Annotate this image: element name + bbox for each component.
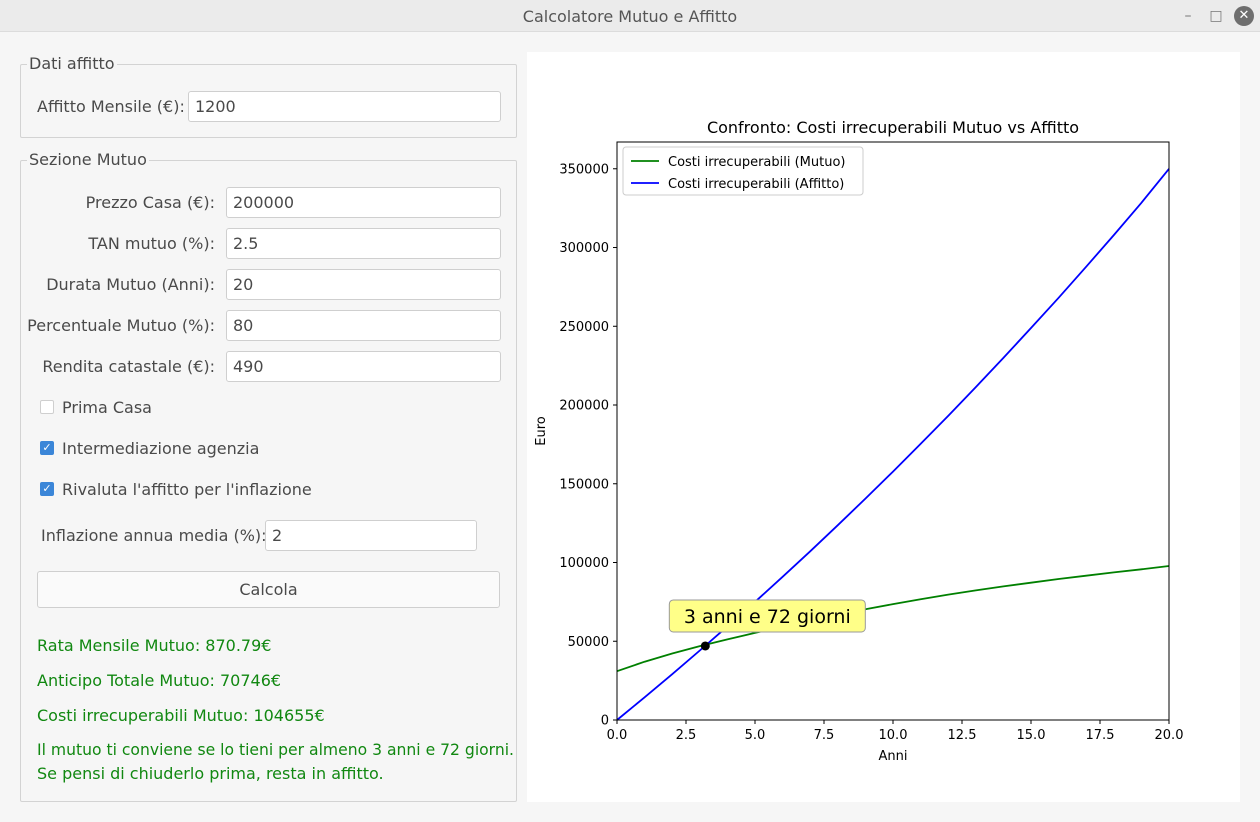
y-tick-label: 300000 bbox=[559, 241, 609, 256]
inflazione-field[interactable]: 2 bbox=[265, 520, 477, 551]
durata-mutuo-label: Durata Mutuo (Anni): bbox=[46, 275, 215, 294]
rivaluta-affitto-checkbox[interactable]: ✓ bbox=[40, 482, 54, 496]
x-tick-label: 20.0 bbox=[1155, 728, 1184, 743]
intermediazione-agenzia-checkbox[interactable]: ✓ bbox=[40, 441, 54, 455]
calcola-button[interactable]: Calcola bbox=[37, 571, 500, 608]
x-axis-label: Anni bbox=[879, 749, 908, 764]
mutuo-group-title: Sezione Mutuo bbox=[27, 150, 149, 169]
x-tick-label: 15.0 bbox=[1017, 728, 1046, 743]
minimize-icon[interactable]: – bbox=[1178, 6, 1198, 26]
x-tick-label: 10.0 bbox=[879, 728, 908, 743]
y-tick-label: 350000 bbox=[559, 162, 609, 177]
durata-mutuo-field[interactable]: 20 bbox=[226, 269, 501, 300]
x-tick-label: 5.0 bbox=[745, 728, 766, 743]
costi-irrecuperabili-result: Costi irrecuperabili Mutuo: 104655€ bbox=[37, 706, 325, 725]
rata-mensile-result: Rata Mensile Mutuo: 870.79€ bbox=[37, 636, 272, 655]
y-tick-label: 50000 bbox=[568, 635, 609, 650]
x-tick-label: 17.5 bbox=[1086, 728, 1115, 743]
chart-title: Confronto: Costi irrecuperabili Mutuo vs… bbox=[707, 118, 1079, 137]
chart-panel: Confronto: Costi irrecuperabili Mutuo vs… bbox=[527, 52, 1240, 802]
x-tick-label: 7.5 bbox=[814, 728, 835, 743]
tan-mutuo-label: TAN mutuo (%): bbox=[88, 234, 215, 253]
prezzo-casa-field[interactable]: 200000 bbox=[226, 187, 501, 218]
y-tick-label: 0 bbox=[601, 714, 609, 729]
rivaluta-affitto-label[interactable]: Rivaluta l'affitto per l'inflazione bbox=[62, 480, 312, 499]
prima-casa-checkbox[interactable] bbox=[40, 400, 54, 414]
anticipo-totale-result: Anticipo Totale Mutuo: 70746€ bbox=[37, 671, 282, 690]
affitto-group-title: Dati affitto bbox=[27, 54, 117, 73]
percentuale-mutuo-label: Percentuale Mutuo (%): bbox=[27, 316, 215, 335]
intermediazione-agenzia-label[interactable]: Intermediazione agenzia bbox=[62, 439, 259, 458]
comparison-chart: Confronto: Costi irrecuperabili Mutuo vs… bbox=[534, 118, 1184, 764]
conclusion-line-2: Se pensi di chiuderlo prima, resta in af… bbox=[37, 764, 384, 783]
y-tick-label: 250000 bbox=[559, 320, 609, 335]
title-bar: Calcolatore Mutuo e Affitto – □ ✕ bbox=[0, 0, 1260, 32]
x-tick-label: 0.0 bbox=[607, 728, 628, 743]
series-line-1 bbox=[616, 168, 1170, 721]
plot-frame bbox=[616, 141, 1170, 721]
window-title: Calcolatore Mutuo e Affitto bbox=[522, 7, 738, 26]
y-tick-label: 100000 bbox=[559, 556, 609, 571]
tan-mutuo-field[interactable]: 2.5 bbox=[226, 228, 501, 259]
affitto-mensile-label: Affitto Mensile (€): bbox=[37, 97, 185, 116]
y-axis-label: Euro bbox=[534, 416, 549, 446]
inflazione-label: Inflazione annua media (%): bbox=[41, 526, 267, 545]
y-tick-label: 150000 bbox=[559, 477, 609, 492]
close-icon[interactable]: ✕ bbox=[1234, 6, 1254, 26]
legend-label-1: Costi irrecuperabili (Affitto) bbox=[668, 177, 844, 192]
rendita-catastale-field[interactable]: 490 bbox=[226, 351, 501, 382]
legend-label-0: Costi irrecuperabili (Mutuo) bbox=[668, 155, 846, 170]
x-tick-label: 2.5 bbox=[676, 728, 697, 743]
prima-casa-label[interactable]: Prima Casa bbox=[62, 398, 152, 417]
x-tick-label: 12.5 bbox=[948, 728, 977, 743]
affitto-mensile-field[interactable]: 1200 bbox=[188, 91, 501, 122]
prezzo-casa-label: Prezzo Casa (€): bbox=[85, 193, 215, 212]
y-tick-label: 200000 bbox=[559, 399, 609, 414]
crossover-annotation-label: 3 anni e 72 giorni bbox=[684, 606, 851, 628]
maximize-icon[interactable]: □ bbox=[1206, 6, 1226, 26]
rendita-catastale-label: Rendita catastale (€): bbox=[42, 357, 215, 376]
conclusion-line-1: Il mutuo ti conviene se lo tieni per alm… bbox=[37, 741, 514, 759]
crossover-point bbox=[700, 641, 710, 651]
percentuale-mutuo-field[interactable]: 80 bbox=[226, 310, 501, 341]
